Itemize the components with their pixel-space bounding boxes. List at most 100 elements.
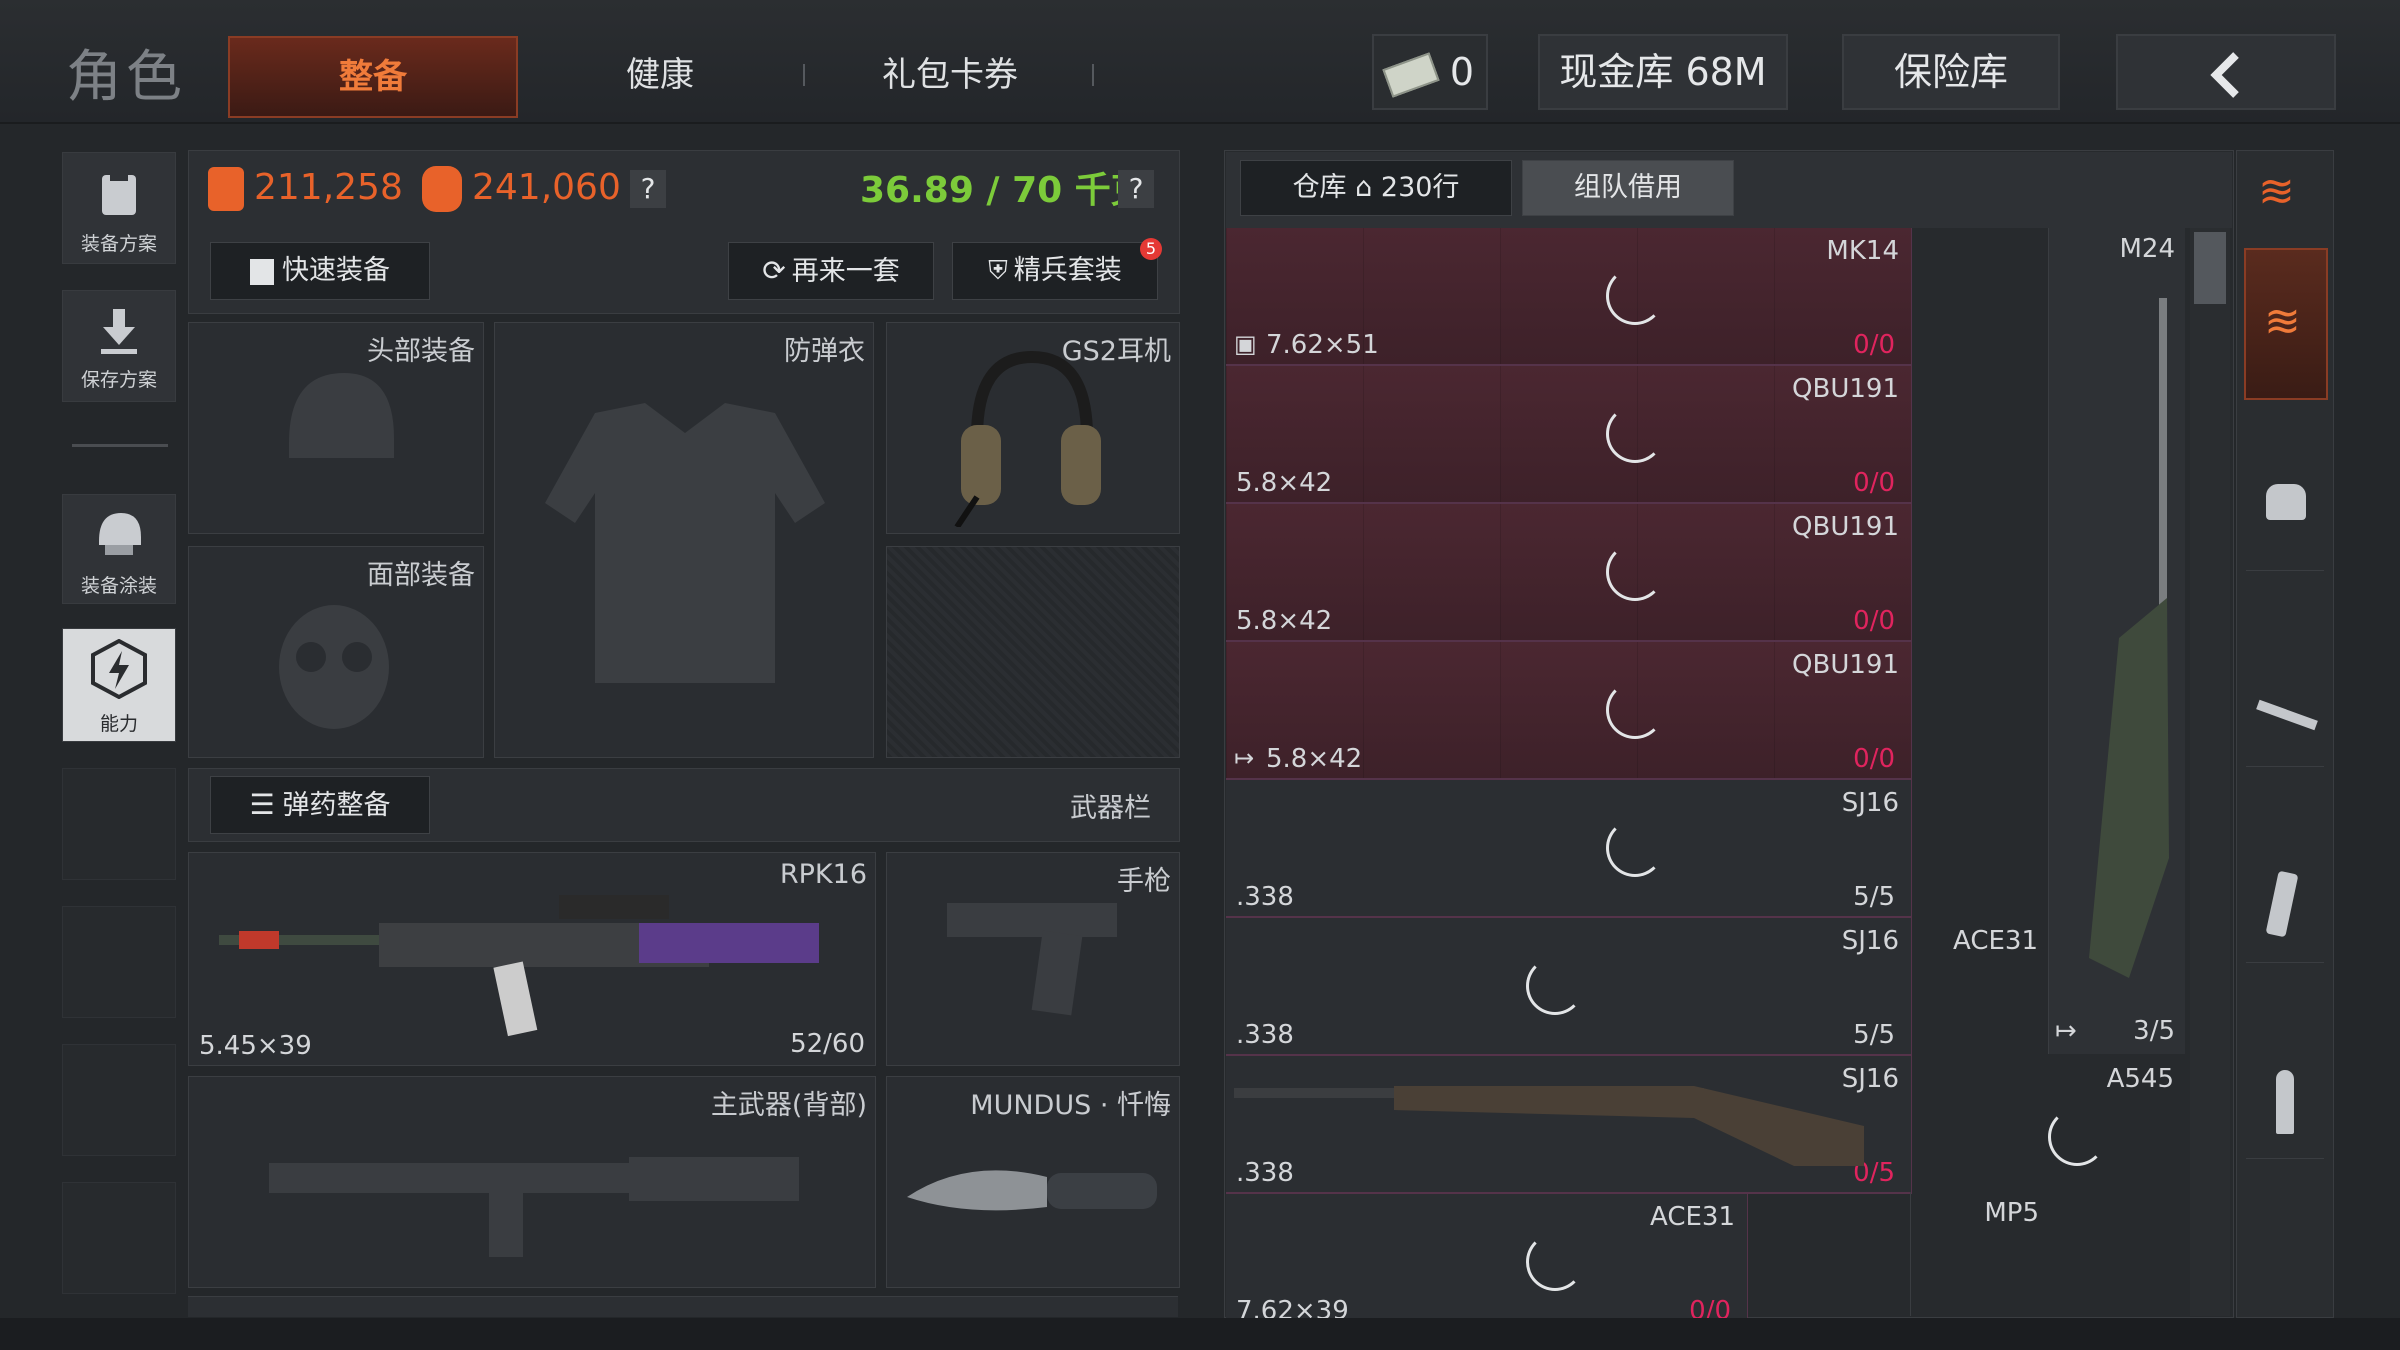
warehouse-row[interactable]: SJ16.338 0/5	[1226, 1056, 1912, 1194]
ace31-item[interactable]: ACE31	[1910, 920, 2049, 1054]
tab-storage[interactable]: 仓库 ⌂ 230行	[1240, 160, 1512, 216]
loading-spinner	[2048, 1108, 2106, 1166]
category-all-active[interactable]: ≋	[2244, 248, 2328, 400]
sidebar-item-label: 装备方案	[80, 233, 157, 255]
helmet-icon	[289, 373, 394, 458]
ammo-box-icon: ▣	[1234, 330, 1257, 358]
category-ammo[interactable]	[2246, 1008, 2324, 1159]
elite-set-label: 精兵套装	[1013, 255, 1122, 286]
ammo-count: 0/0	[1853, 744, 1895, 774]
sidebar-item-loadout[interactable]: 装备方案	[62, 152, 176, 264]
ammo-count: 0/0	[1853, 468, 1895, 498]
scrollbar-track[interactable]	[2190, 228, 2230, 1316]
download-icon	[101, 309, 137, 354]
weapon-name: QBU191	[1792, 650, 1899, 680]
value-help-button[interactable]: ?	[630, 170, 666, 208]
chevron-left-icon	[2210, 51, 2239, 98]
warehouse-row[interactable]: QBU191 5.8×42 0/0	[1226, 366, 1912, 504]
weapon-name: MP5	[1984, 1198, 2039, 1228]
back-button[interactable]	[2116, 34, 2336, 110]
stat-b-text: 241,060	[472, 167, 621, 208]
stack-icon: ≋	[2264, 296, 2301, 347]
ammo-count: 5/5	[1853, 1020, 1895, 1050]
loading-spinner	[1606, 267, 1664, 325]
cash-vault-button[interactable]: 现金库 68M	[1538, 34, 1788, 110]
tab-storage-label: 仓库	[1292, 172, 1347, 203]
list-icon: ☰	[249, 788, 275, 821]
bottom-strip	[0, 1318, 2400, 1350]
category-magazines[interactable]	[2246, 812, 2324, 963]
empty-gear-slot[interactable]	[886, 546, 1180, 758]
weapon-name: SJ16	[1841, 788, 1899, 818]
ammo-count: 0/0	[1853, 606, 1895, 636]
weapon-name: QBU191	[1792, 374, 1899, 404]
slot-label: 面部装备	[367, 560, 475, 591]
weapon-caliber: 5.45×39	[199, 1031, 312, 1061]
category-weapons[interactable]	[2246, 616, 2324, 767]
sidebar-empty-slot	[62, 768, 176, 880]
export-icon: ↦	[2055, 1016, 2077, 1046]
ammo-caliber: 5.8×42	[1266, 744, 1363, 774]
tab-gift-cards[interactable]: 礼包卡券	[850, 36, 1050, 114]
melee-slot[interactable]: MUNDUS · 忏悔	[886, 1076, 1180, 1288]
loading-spinner	[1606, 681, 1664, 739]
warehouse-row[interactable]: QBU191 5.8×42 0/0	[1226, 504, 1912, 642]
m24-count: 3/5	[2133, 1016, 2175, 1046]
tab-rows-label: 230行	[1380, 172, 1460, 203]
primary-weapon-slot[interactable]: RPK16 5.45×39 52/60	[188, 852, 876, 1066]
headset-icon	[954, 350, 1101, 527]
quick-equip-button[interactable]: 快速装备	[210, 242, 430, 300]
warehouse-row[interactable]: ACE31 7.62×39 0/0	[1226, 1194, 1748, 1332]
sniper-rifle-icon	[1234, 1086, 1864, 1166]
warehouse-row[interactable]: QBU191 5.8×42 0/0 ↦	[1226, 642, 1912, 780]
tab-health[interactable]: 健康	[560, 36, 760, 114]
slot-label: 主武器(背部)	[710, 1090, 867, 1121]
knife-icon	[907, 1170, 1157, 1211]
slot-label: 防弹衣	[784, 336, 865, 367]
sidebar-item-paint[interactable]: 装备涂装	[62, 494, 176, 604]
weight-display: 36.89 / 70 千克	[860, 170, 1147, 211]
sidebar-item-label: 装备涂装	[80, 575, 157, 597]
next-slot-row	[188, 1296, 1178, 1317]
weapon-name: ACE31	[1650, 1202, 1735, 1232]
stat-a-text: 211,258	[254, 167, 403, 208]
tab-equip[interactable]: 整备	[228, 36, 518, 118]
weight-help-button[interactable]: ?	[1118, 170, 1154, 208]
magazine-icon	[2265, 870, 2299, 938]
sidebar-item-label: 保存方案	[80, 369, 157, 391]
sidebar-item-save[interactable]: 保存方案	[62, 290, 176, 402]
sniper-rifle-icon	[2089, 298, 2169, 978]
weapon-name: ACE31	[1953, 926, 2038, 956]
primary-back-slot[interactable]: 主武器(背部)	[188, 1076, 876, 1288]
m24-item[interactable]: M24 ↦ 3/5	[2048, 228, 2185, 1054]
another-set-button[interactable]: ⟳ 再来一套	[728, 242, 934, 300]
scrollbar-thumb[interactable]	[2194, 232, 2226, 304]
headset-slot[interactable]: GS2耳机	[886, 322, 1180, 534]
weapon-name: MK14	[1826, 236, 1899, 266]
all-items-icon[interactable]: ≋	[2258, 166, 2295, 217]
sidebar-empty-slot	[62, 906, 176, 1018]
mp5-item[interactable]: MP5	[1910, 1192, 2049, 1316]
slot-label: 手枪	[1117, 866, 1171, 897]
elite-set-button[interactable]: ⛨ 精兵套装	[952, 242, 1158, 300]
body-armor-slot[interactable]: 防弹衣	[494, 322, 874, 758]
a545-item[interactable]: A545	[2048, 1058, 2184, 1188]
currency-display[interactable]: 0	[1372, 34, 1488, 110]
ammo-prep-button[interactable]: ☰ 弹药整备	[210, 776, 430, 834]
another-set-label: 再来一套	[791, 256, 900, 287]
warehouse-row[interactable]: SJ16 .338 5/5	[1226, 780, 1912, 918]
weapon-bar-label: 武器栏	[1070, 793, 1151, 824]
head-gear-slot[interactable]: 头部装备	[188, 322, 484, 534]
vest-icon	[545, 403, 825, 683]
loading-spinner	[1526, 1233, 1584, 1291]
warehouse-row[interactable]: MK14 7.62×51 0/0 ▣	[1226, 228, 1912, 366]
pistol-slot[interactable]: 手枪	[886, 852, 1180, 1066]
sidebar-item-ability[interactable]: 能力	[62, 628, 176, 742]
category-armor[interactable]	[2246, 420, 2324, 571]
face-gear-slot[interactable]: 面部装备	[188, 546, 484, 758]
tab-team-borrow[interactable]: 组队借用	[1522, 160, 1734, 216]
helmet-icon	[2266, 484, 2306, 520]
loading-spinner	[1606, 543, 1664, 601]
safe-box-button[interactable]: 保险库	[1842, 34, 2060, 110]
warehouse-row[interactable]: SJ16 .338 5/5	[1226, 918, 1912, 1056]
